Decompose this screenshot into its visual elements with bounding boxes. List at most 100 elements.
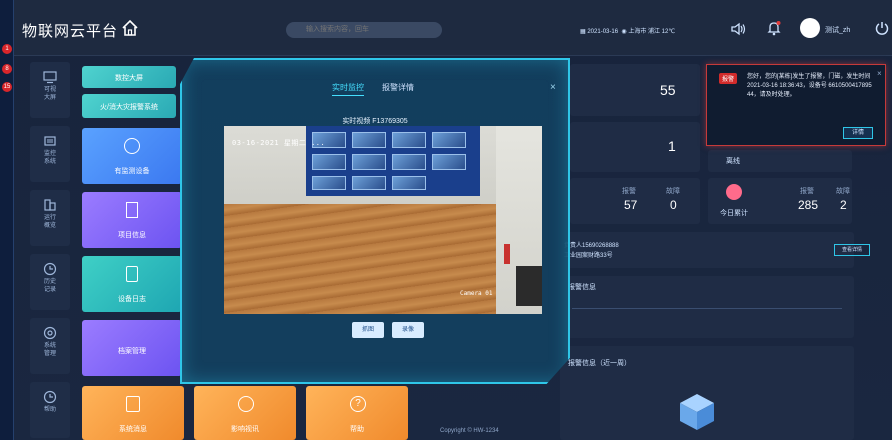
cube-illustration-icon — [680, 394, 714, 430]
sidebar: 可视 大屏 监控 系统 运行 概览 历史 记录 系统 管理 帮助 — [30, 62, 70, 440]
sidebar-item-label: 记录 — [43, 287, 56, 293]
sidebar-item-overview[interactable]: 运行 概览 — [30, 190, 70, 246]
tile-fire-alarm[interactable]: 火/消大灾报警系统 — [82, 94, 176, 118]
user-name[interactable]: 测试_zh — [825, 25, 850, 35]
device-icon — [124, 138, 140, 154]
video-timestamp: 03-16-2021 星期二 ... — [232, 139, 326, 147]
stat-panel-total: 55 — [570, 64, 700, 116]
sidebar-item-label: 运行 — [43, 215, 56, 221]
sidebar-item-system[interactable]: 系统 管理 — [30, 318, 70, 374]
date-location: ▦ 2021-03-16 ◉ 上海市 浦江 12℃ — [580, 26, 675, 35]
contact-text: 负责人15690268888 — [564, 243, 619, 249]
sidebar-item-history[interactable]: 历史 记录 — [30, 254, 70, 310]
notification-dot[interactable]: 1 — [2, 44, 12, 54]
calendar-icon — [726, 184, 742, 200]
search-input[interactable] — [286, 22, 442, 38]
sidebar-item-label: 系统 — [43, 159, 56, 165]
section-title: 报警信息（近一周） — [568, 360, 631, 367]
app-screen: 1 8 15 物联网云平台 ▦ 2021-03-16 ◉ 上海市 浦江 12℃ … — [0, 0, 892, 440]
home-icon[interactable] — [120, 18, 140, 38]
camera-label: Camera 01 — [460, 290, 493, 297]
video-feed[interactable]: 03-16-2021 星期二 ... Camera 01 — [224, 126, 542, 314]
document-icon — [126, 396, 140, 412]
tile-messages[interactable]: 系统消息 — [82, 386, 184, 440]
stat-label: 报警 — [800, 188, 814, 195]
sidebar-item-label: 概览 — [43, 223, 56, 229]
location-icon: ◉ — [621, 29, 627, 35]
app-title: 物联网云平台 — [22, 23, 119, 40]
tile-label: 档案管理 — [118, 348, 146, 355]
sidebar-item-help[interactable]: 帮助 — [30, 382, 70, 438]
sidebar-item-dashboard[interactable]: 可视 大屏 — [30, 62, 70, 118]
desktop-edge-strip: 1 8 15 — [0, 0, 14, 440]
tile-video[interactable]: 影响视讯 — [194, 386, 296, 440]
sidebar-item-label: 帮助 — [43, 407, 56, 413]
tile-device-log[interactable]: 设备日志 — [82, 256, 182, 312]
clock-icon — [43, 390, 57, 404]
tile-label: 系统消息 — [119, 426, 147, 433]
copyright: Copyright © HW-1234 — [440, 428, 499, 434]
stat-label: 故障 — [836, 188, 850, 195]
recent-alarm-panel: 报警信息（近一周） — [560, 346, 854, 440]
power-icon[interactable] — [874, 20, 890, 36]
camera-icon — [44, 136, 56, 146]
close-icon[interactable]: × — [550, 82, 556, 93]
sidebar-item-label: 监控 — [43, 151, 56, 157]
document-icon — [126, 266, 138, 282]
stat-panel-today: 今日累计 报警 故障 285 2 — [708, 178, 852, 224]
tile-devices[interactable]: 有监测设备 — [82, 128, 182, 184]
tab-alarm-detail[interactable]: 报警详情 — [382, 82, 414, 93]
help-icon: ? — [350, 396, 366, 412]
stat-value: 285 — [798, 198, 819, 212]
divider — [572, 308, 842, 309]
alarm-info-panel: 报警信息 — [560, 276, 854, 338]
stat-panel-online: 1 — [570, 122, 700, 172]
stat-panel-offline: 离线 — [708, 150, 852, 172]
monitor-icon — [43, 71, 57, 84]
section-title: 报警信息 — [568, 284, 596, 291]
clock-icon — [43, 262, 57, 276]
sidebar-item-label: 系统 — [43, 343, 56, 349]
sidebar-item-monitor[interactable]: 监控 系统 — [30, 126, 70, 182]
video-modal: 实时监控 报警详情 × 实时视频 F13769305 03-16-2021 星期… — [180, 58, 570, 384]
stat-label: 报警 — [622, 188, 636, 195]
settings-icon — [43, 326, 57, 340]
notification-dot[interactable]: 8 — [2, 64, 12, 74]
tile-label: 项目信息 — [118, 232, 146, 239]
current-date: 2021-03-16 — [587, 29, 619, 35]
alarm-detail-button[interactable]: 详情 — [843, 127, 873, 139]
tile-label: 火/消大灾报警系统 — [100, 104, 158, 111]
stat-value: 55 — [660, 82, 676, 98]
detail-button[interactable]: 查看详情 — [834, 244, 870, 256]
stat-label: 故障 — [666, 188, 680, 195]
building-icon — [44, 199, 56, 211]
building-icon — [126, 202, 138, 218]
tile-archive[interactable]: 档案管理 — [82, 320, 182, 376]
tile-label: 设备日志 — [118, 296, 146, 303]
notification-dot[interactable]: 15 — [2, 82, 12, 92]
avatar[interactable] — [800, 18, 820, 38]
bell-icon[interactable] — [766, 20, 782, 36]
tile-project[interactable]: 项目信息 — [82, 192, 182, 248]
tile-label: 数控大屏 — [115, 75, 143, 82]
alarm-badge: 报警 — [719, 73, 738, 84]
video-title: 实时视频 F13769305 — [342, 118, 408, 125]
video-side-wall — [496, 126, 542, 314]
capture-button[interactable]: 抓图 — [352, 322, 384, 338]
volume-icon[interactable] — [730, 22, 746, 36]
stat-value: 57 — [624, 198, 638, 212]
sidebar-item-label: 历史 — [43, 279, 56, 285]
tile-big-screen[interactable]: 数控大屏 — [82, 66, 176, 88]
tab-live-monitor[interactable]: 实时监控 — [332, 82, 364, 96]
sidebar-item-label: 管理 — [43, 351, 56, 357]
video-poster — [306, 126, 480, 196]
alarm-popup: 报警 × 您好，您的[某栋]发生了报警，门磁，发生时间2021-03-16 18… — [706, 64, 886, 146]
sidebar-item-label: 大屏 — [43, 95, 56, 101]
tile-label: 影响视讯 — [231, 426, 259, 433]
stat-label: 离线 — [726, 158, 740, 165]
close-icon[interactable]: × — [877, 69, 882, 78]
contact-panel: 负责人15690268888 工业园案财路33号 查看详情 — [560, 232, 870, 268]
tile-help[interactable]: ? 帮助 — [306, 386, 408, 440]
record-button[interactable]: 录像 — [392, 322, 424, 338]
tile-label: 有监测设备 — [114, 168, 150, 175]
